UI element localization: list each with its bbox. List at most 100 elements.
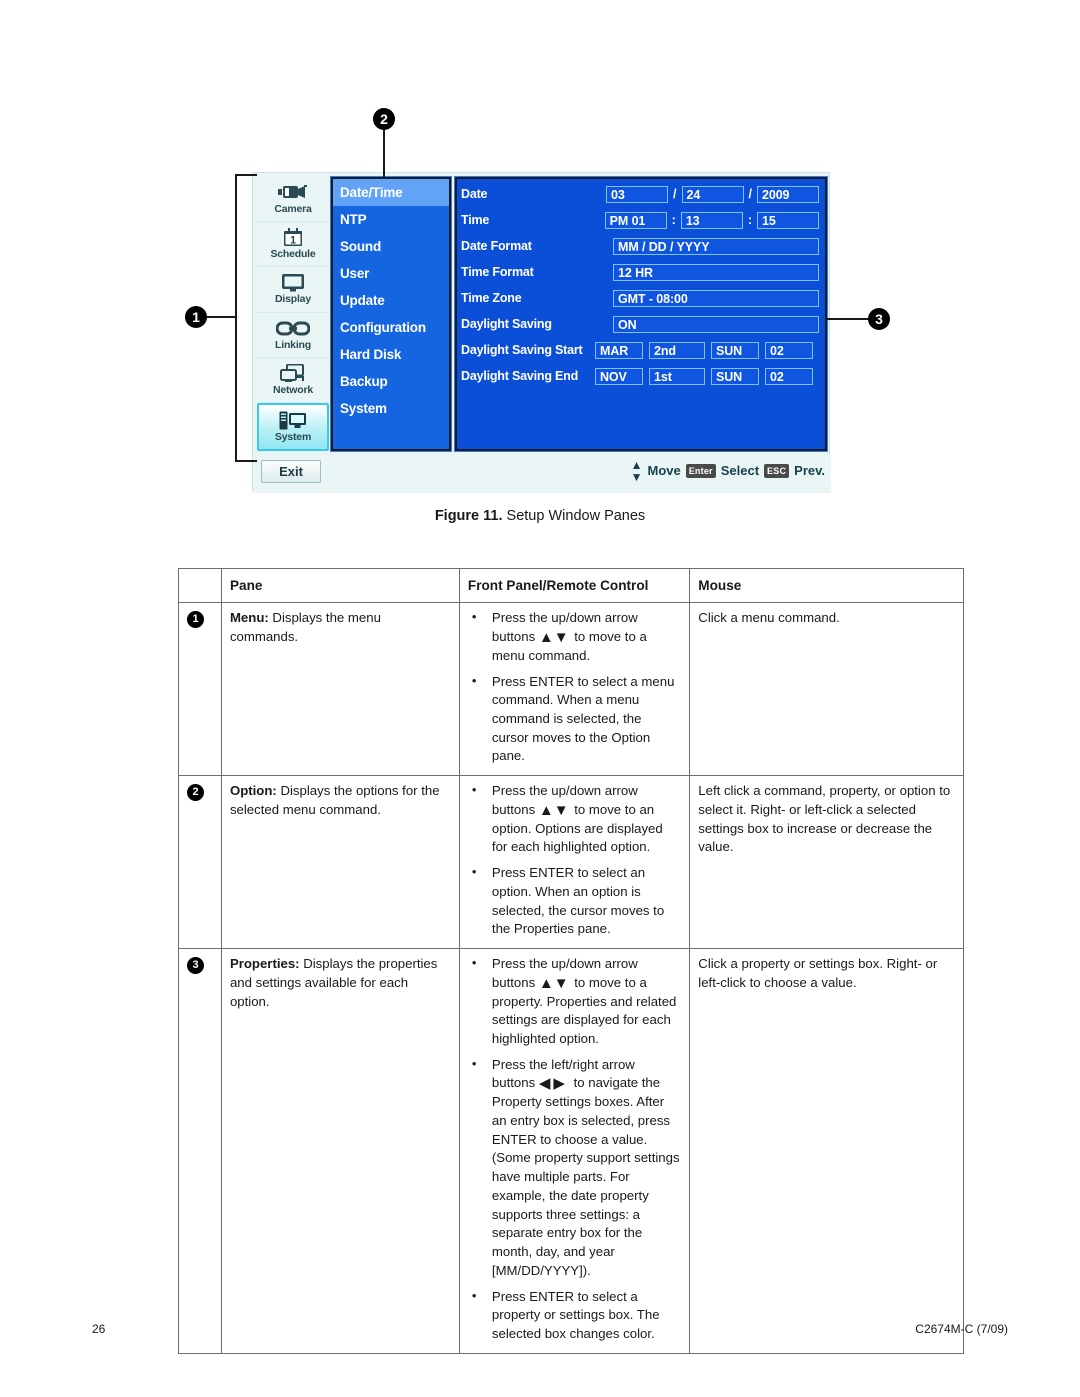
property-row-date: Date 03 / 24 / 2009 <box>457 181 825 207</box>
callout-leader-1-horiz <box>207 316 237 318</box>
option-item-hard-disk[interactable]: Hard Disk <box>333 341 449 368</box>
menu-item-label: Schedule <box>270 248 316 261</box>
dst-end-hour-field[interactable]: 02 <box>765 367 813 385</box>
row-number-badge: 3 <box>187 957 204 975</box>
system-tower-icon <box>279 411 307 430</box>
enter-key-icon: Enter <box>685 463 716 478</box>
date-separator: / <box>673 187 677 201</box>
figure-caption-label: Figure 11. <box>434 508 503 524</box>
mouse-cell: Click a menu command. <box>689 602 964 777</box>
row-number-badge: 1 <box>187 611 204 629</box>
pane-description-table: Pane Front Panel/Remote Control Mouse 1 … <box>178 567 964 1354</box>
menu-item-label: Linking <box>275 338 311 351</box>
pane-cell: Option: Displays the options for the sel… <box>220 775 460 950</box>
properties-pane: Date 03 / 24 / 2009 Time PM 01 : 13: 15… <box>454 176 828 452</box>
row-number-cell: 2 <box>178 775 222 950</box>
chain-link-icon <box>276 319 310 338</box>
dst-start-hour-field[interactable]: 02 <box>765 341 813 359</box>
list-item: Press ENTER to select a menu command. Wh… <box>468 672 681 767</box>
menu-item-linking[interactable]: Linking <box>257 313 329 358</box>
monitor-icon <box>281 273 305 292</box>
option-item-user[interactable]: User <box>333 260 449 287</box>
daylight-saving-field[interactable]: ON <box>613 315 819 333</box>
list-item: Press ENTER to select a property or sett… <box>468 1287 681 1344</box>
menu-item-system[interactable]: System <box>257 402 329 452</box>
menu-item-label: Display <box>275 293 311 306</box>
move-hint-label: Move <box>647 463 681 478</box>
time-format-field[interactable]: 12 HR <box>613 263 819 281</box>
option-item-system[interactable]: System <box>333 395 449 422</box>
bullet-pre-text: Press ENTER to select a menu command. Wh… <box>491 673 675 764</box>
date-separator: / <box>748 187 752 201</box>
property-label: Date Format <box>461 239 532 253</box>
date-day-field[interactable]: 24 <box>681 185 744 203</box>
menu-pane: Camera 1 Schedule Display Linking Networ… <box>257 177 329 452</box>
dst-start-month-field[interactable]: MAR <box>595 341 643 359</box>
document-code: C2674M-C (7/09) <box>915 1322 1008 1336</box>
callout-bracket-1-top <box>235 174 257 176</box>
menu-item-camera[interactable]: Camera <box>257 177 329 223</box>
callout-bracket-1-bottom <box>235 460 257 462</box>
property-row-date-format: Date Format MM / DD / YYYY <box>457 233 825 259</box>
menu-item-schedule[interactable]: 1 Schedule <box>257 222 329 268</box>
date-format-field[interactable]: MM / DD / YYYY <box>613 237 819 255</box>
property-label: Date <box>461 187 488 201</box>
list-item: Press ENTER to select an option. When an… <box>468 863 681 939</box>
menu-item-display[interactable]: Display <box>257 267 329 313</box>
property-label: Time Format <box>461 265 534 279</box>
time-hour-field[interactable]: PM 01 <box>604 211 667 229</box>
list-item: Press the up/down arrow buttons ▲▼ to mo… <box>468 781 681 857</box>
page-number: 26 <box>92 1322 106 1336</box>
option-item-backup[interactable]: Backup <box>333 368 449 395</box>
bullet-post-text: to navigate the Property settings boxes.… <box>491 1075 680 1278</box>
exit-button[interactable]: Exit <box>261 460 321 483</box>
option-item-ntp[interactable]: NTP <box>333 206 449 233</box>
menu-item-label: System <box>274 430 312 443</box>
date-month-field[interactable]: 03 <box>606 185 669 203</box>
bullet-list: Press the up/down arrow buttons ▲▼ to mo… <box>468 608 681 767</box>
header-number <box>178 567 222 604</box>
pane-term: Properties: <box>229 956 300 972</box>
header-front-panel: Front Panel/Remote Control <box>458 567 691 604</box>
callout-leader-2 <box>383 130 385 178</box>
figure-caption-text: Setup Window Panes <box>506 508 646 524</box>
property-label: Daylight Saving End <box>461 369 579 383</box>
esc-key-icon: ESC <box>764 463 790 478</box>
select-hint-label: Select <box>720 463 760 478</box>
time-second-field[interactable]: 15 <box>757 211 819 229</box>
dvr-status-bar: Exit ▲ ▼ Move Enter Select ESC Prev. <box>253 455 831 493</box>
property-row-time: Time PM 01 : 13 : 15 <box>457 207 825 233</box>
dst-end-month-field[interactable]: NOV <box>595 367 643 385</box>
option-item-sound[interactable]: Sound <box>333 233 449 260</box>
pane-term: Menu: <box>229 610 269 626</box>
front-panel-cell: Press the up/down arrow buttons ▲▼ to mo… <box>458 775 691 950</box>
row-number-cell: 3 <box>178 948 222 1354</box>
time-minute-field[interactable]: 13 <box>680 211 743 229</box>
menu-item-label: Network <box>272 383 314 396</box>
dst-end-day-field[interactable]: SUN <box>711 367 759 385</box>
svg-text:1: 1 <box>290 235 296 247</box>
dvr-window-body: Camera 1 Schedule Display Linking Networ… <box>253 173 831 455</box>
callout-marker-3: 3 <box>868 308 890 330</box>
figure-caption: Figure 11. Setup Window Panes <box>0 508 1080 524</box>
menu-item-network[interactable]: Network <box>257 358 329 403</box>
option-item-date-time[interactable]: Date/Time <box>333 179 449 206</box>
property-label: Daylight Saving Start <box>461 343 583 357</box>
property-row-daylight-saving-start: Daylight Saving Start MAR 2nd SUN 02 <box>457 337 825 363</box>
time-zone-field[interactable]: GMT - 08:00 <box>613 289 819 307</box>
property-label: Daylight Saving <box>461 317 552 331</box>
up-down-arrow-icon: ▲▼ <box>538 801 569 819</box>
up-down-arrow-icon: ▲▼ <box>630 457 643 484</box>
dst-end-week-field[interactable]: 1st <box>649 367 705 385</box>
bullet-pre-text: Press ENTER to select a property or sett… <box>491 1288 660 1341</box>
pane-cell: Properties: Displays the properties and … <box>220 948 460 1354</box>
list-item: Press the left/right arrow buttons ◀▶ to… <box>468 1055 681 1281</box>
dst-start-day-field[interactable]: SUN <box>711 341 759 359</box>
header-pane: Pane <box>220 567 460 604</box>
date-year-field[interactable]: 2009 <box>757 185 819 203</box>
callout-marker-1: 1 <box>185 306 207 328</box>
dst-start-week-field[interactable]: 2nd <box>649 341 705 359</box>
option-item-configuration[interactable]: Configuration <box>333 314 449 341</box>
list-item: Press the up/down arrow buttons ▲▼ to mo… <box>468 954 681 1049</box>
option-item-update[interactable]: Update <box>333 287 449 314</box>
